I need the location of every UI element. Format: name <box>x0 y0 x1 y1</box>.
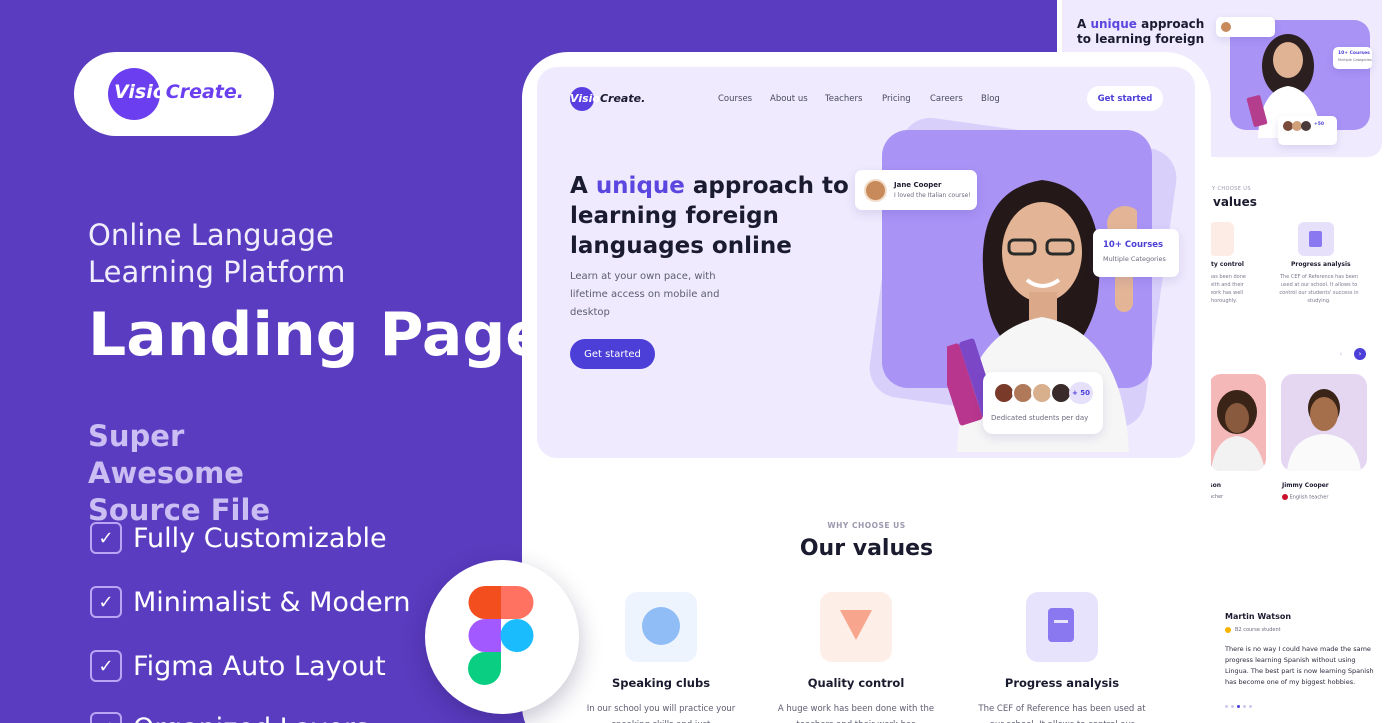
testimonial-chip: Jane Cooper I loved the Italian course! <box>855 170 977 210</box>
values-eyebrow: WHY CHOOSE US <box>827 521 906 530</box>
check-icon: ✓ <box>90 522 122 554</box>
values-heading: Our values <box>799 536 934 561</box>
nav-pricing[interactable]: Pricing <box>882 94 911 104</box>
teacher-photo <box>1281 374 1367 471</box>
review-role: B2 course student <box>1225 627 1375 633</box>
teacher-role: English teacher <box>1282 494 1328 501</box>
teacher-photo <box>1209 374 1266 471</box>
funnel-icon <box>820 592 892 662</box>
preview-value-desc: has been done with and their work has we… <box>1209 274 1246 304</box>
feature-item: ✓ Minimalist & Modern <box>90 586 410 618</box>
students-count: + 50 <box>1069 382 1093 404</box>
document-icon <box>1026 592 1098 662</box>
students-chip: + 50 Dedicated students per day <box>983 372 1103 434</box>
play-icon <box>625 592 697 662</box>
tagline: Super Awesome Source File <box>88 419 271 527</box>
check-icon: ✓ <box>90 586 122 618</box>
review-card: Martin Watson B2 course student There is… <box>1225 612 1375 688</box>
value-speaking-clubs: Speaking clubs In our school you will pr… <box>571 592 751 723</box>
preview-eyebrow: Y CHOOSE US <box>1212 186 1251 192</box>
feature-item: ✓ Figma Auto Layout <box>90 650 386 682</box>
hero-paragraph: Learn at your own pace, with lifetime ac… <box>570 271 720 318</box>
nav-about[interactable]: About us <box>770 94 808 104</box>
feature-item: ✓ Fully Customizable <box>90 522 387 554</box>
feature-item: ✓Organized Layers <box>90 712 369 723</box>
preview-value-desc: The CEF of Reference has been used at ou… <box>1279 274 1359 304</box>
carousel-dots[interactable] <box>1225 705 1252 708</box>
teacher-name: Jimmy Cooper <box>1282 482 1329 489</box>
teacher-role: acher <box>1209 494 1224 500</box>
preview-testimonial-chip <box>1216 17 1275 37</box>
nav-blog[interactable]: Blog <box>981 94 1000 104</box>
check-icon: ✓ <box>90 712 122 723</box>
landing-page-card: VisioCreate. Courses About us Teachers P… <box>522 52 1211 723</box>
nav-careers[interactable]: Careers <box>930 94 963 104</box>
check-icon: ✓ <box>90 650 122 682</box>
subtitle: Online Language Learning Platform <box>88 218 346 289</box>
nav-logo[interactable]: VisioCreate. <box>570 92 645 105</box>
value-quality-control: Quality control A huge work has been don… <box>766 592 946 723</box>
value-progress-analysis: Progress analysis The CEF of Reference h… <box>972 592 1152 723</box>
review-quote: There is no way I could have made the sa… <box>1225 645 1374 686</box>
chevron-right-icon[interactable]: › <box>1354 348 1366 360</box>
preview-students-chip: +50 <box>1278 116 1337 145</box>
preview-values-heading: values <box>1213 195 1257 209</box>
chevron-left-icon[interactable]: ‹ <box>1335 348 1347 360</box>
funnel-icon <box>1209 222 1234 256</box>
review-name: Martin Watson <box>1225 612 1292 621</box>
avatar <box>864 178 887 202</box>
brand-logo: VisioCreate. <box>114 81 244 103</box>
hero-title: A unique approach to learning foreign la… <box>570 173 849 259</box>
preview-courses-chip: 10+ Courses Multiple Categories <box>1333 47 1372 69</box>
document-icon <box>1298 222 1334 256</box>
figma-badge <box>425 560 579 714</box>
page-title: Landing Page <box>88 300 546 370</box>
preview-value-title: Progress analysis <box>1291 261 1351 268</box>
courses-chip: 10+ Courses Multiple Categories <box>1093 229 1179 277</box>
preview-hero-title: A unique approach to learning foreign <box>1077 17 1205 46</box>
nav-courses[interactable]: Courses <box>718 94 752 104</box>
figma-logo-icon <box>468 586 534 685</box>
nav-teachers[interactable]: Teachers <box>825 94 862 104</box>
get-started-button[interactable]: Get started <box>570 339 655 369</box>
get-started-nav-button[interactable]: Get started <box>1087 86 1163 111</box>
preview-value-title: ity control <box>1209 261 1244 268</box>
students-label: Dedicated students per day <box>991 414 1089 422</box>
